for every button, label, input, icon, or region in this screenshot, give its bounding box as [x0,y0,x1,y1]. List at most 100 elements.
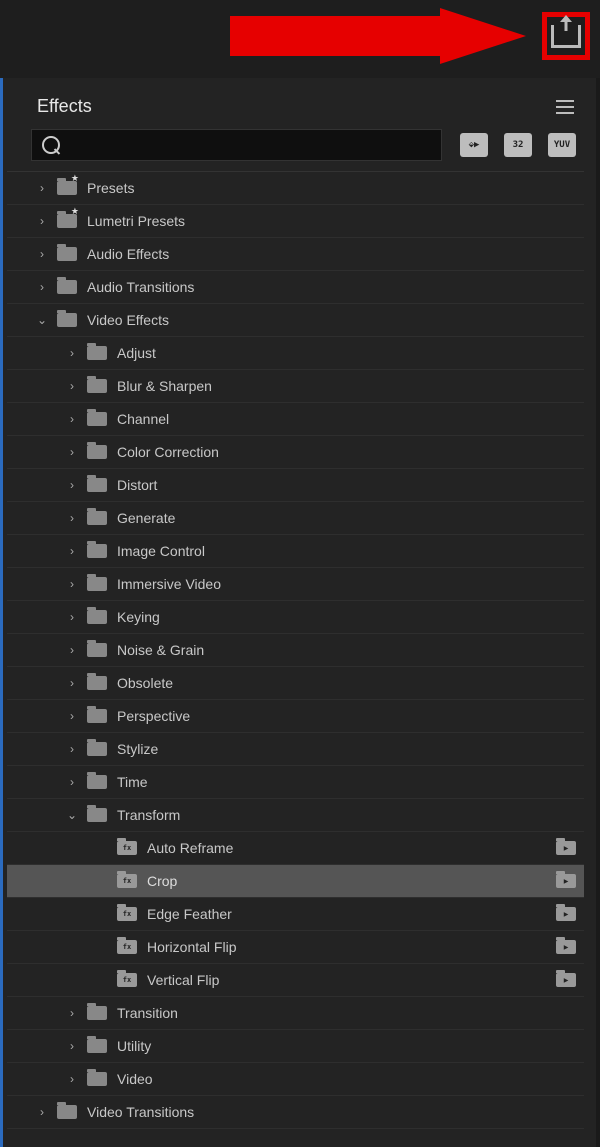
tree-row[interactable]: ›Time [7,766,584,799]
tree-row[interactable]: ›Immersive Video [7,568,584,601]
chevron-right-icon[interactable]: › [65,742,79,756]
chevron-right-icon[interactable]: › [35,181,49,195]
folder-icon [87,1039,107,1053]
accelerated-effect-icon [556,973,576,987]
tree-row[interactable]: fxAuto Reframe [7,832,584,865]
folder-icon [87,742,107,756]
tree-item-label: Lumetri Presets [87,213,584,229]
chevron-right-icon[interactable]: › [65,346,79,360]
tree-row[interactable]: › Distort [7,469,584,502]
search-input[interactable] [68,136,431,154]
tree-item-label: Video Effects [87,312,584,328]
chevron-right-icon[interactable]: › [35,280,49,294]
chevron-right-icon[interactable]: › [65,511,79,525]
tree-row[interactable]: ›Image Control [7,535,584,568]
accelerated-effect-icon [556,841,576,855]
effects-tree[interactable]: ›Presets›Lumetri Presets›Audio Effects›A… [7,171,584,1129]
tree-row[interactable]: ›Perspective [7,700,584,733]
folder-icon [87,1006,107,1020]
folder-icon [87,445,107,459]
chevron-right-icon[interactable]: › [65,544,79,558]
chevron-right-icon[interactable]: › [65,445,79,459]
tree-row[interactable]: › Transition [7,997,584,1030]
tree-item-label: Crop [147,873,556,889]
tree-item-label: Distort [117,477,584,493]
tree-item-label: Stylize [117,741,584,757]
tree-row[interactable]: › Lumetri Presets [7,205,584,238]
tree-row[interactable]: › Noise & Grain [7,634,584,667]
chevron-right-icon[interactable]: › [65,412,79,426]
chevron-down-icon[interactable]: ⌄ [65,808,79,822]
folder-icon [87,379,107,393]
tree-row[interactable]: fxEdge Feather [7,898,584,931]
tree-row[interactable]: ›Color Correction [7,436,584,469]
app-topbar [0,0,600,78]
chevron-right-icon[interactable]: › [65,775,79,789]
folder-icon [87,775,107,789]
chevron-right-icon[interactable]: › [65,1072,79,1086]
tree-row[interactable]: › Adjust [7,337,584,370]
chevron-right-icon[interactable]: › [65,577,79,591]
chevron-right-icon[interactable]: › [65,1006,79,1020]
chevron-right-icon[interactable]: › [65,676,79,690]
chevron-right-icon[interactable]: › [35,247,49,261]
tree-item-label: Audio Effects [87,246,584,262]
chevron-right-icon[interactable]: › [65,643,79,657]
chevron-right-icon[interactable]: › [65,610,79,624]
chevron-down-icon[interactable]: ⌄ [35,313,49,327]
tree-row[interactable]: ›Audio Transitions [7,271,584,304]
folder-icon [87,643,107,657]
tree-row[interactable]: fxHorizontal Flip [7,931,584,964]
accelerated-effect-icon [556,940,576,954]
tree-row[interactable]: ›Channel [7,403,584,436]
tree-item-label: Obsolete [117,675,584,691]
folder-icon [87,808,107,822]
32bit-filter[interactable]: 32 [504,133,532,157]
tree-row[interactable]: fxCrop [7,865,584,898]
search-icon [42,136,60,154]
tree-item-label: Noise & Grain [117,642,584,658]
folder-icon [87,511,107,525]
chevron-right-icon[interactable]: › [35,1105,49,1119]
tree-row[interactable]: ›Keying [7,601,584,634]
fx-type-filter[interactable]: ⬙▶ [460,133,488,157]
folder-icon [57,280,77,294]
tree-item-label: Vertical Flip [147,972,556,988]
tree-row[interactable]: fx Vertical Flip [7,964,584,997]
folder-icon [87,1072,107,1086]
folder-star-icon [57,181,77,195]
chevron-right-icon[interactable]: › [65,478,79,492]
tree-row[interactable]: ›Presets [7,172,584,205]
folder-icon [87,412,107,426]
tree-item-label: Utility [117,1038,584,1054]
effect-icon: fx [117,973,137,987]
panel-menu-button[interactable] [556,100,574,114]
export-button[interactable] [542,12,590,60]
chevron-right-icon[interactable]: › [65,379,79,393]
no-disclosure [95,973,109,987]
tree-row[interactable]: › Audio Effects [7,238,584,271]
chevron-right-icon[interactable]: › [35,214,49,228]
folder-star-icon [57,214,77,228]
tree-row[interactable]: › Obsolete [7,667,584,700]
yuv-filter[interactable]: YUV [548,133,576,157]
chevron-right-icon[interactable]: › [65,1039,79,1053]
tree-row[interactable]: › Video [7,1063,584,1096]
annotation-arrow [230,8,530,64]
tree-row[interactable]: › Stylize [7,733,584,766]
tree-item-label: Transition [117,1005,584,1021]
chevron-right-icon[interactable]: › [65,709,79,723]
folder-icon [87,709,107,723]
no-disclosure [95,907,109,921]
tree-item-label: Horizontal Flip [147,939,556,955]
tree-row[interactable]: ›Generate [7,502,584,535]
tree-row[interactable]: ⌄Transform [7,799,584,832]
tree-row[interactable]: › Utility [7,1030,584,1063]
search-box[interactable] [31,129,442,161]
tree-item-label: Video [117,1071,584,1087]
tree-row[interactable]: ›Video Transitions [7,1096,584,1129]
tree-item-label: Adjust [117,345,584,361]
tree-row[interactable]: ⌄ Video Effects [7,304,584,337]
accelerated-effect-icon [556,907,576,921]
tree-row[interactable]: ›Blur & Sharpen [7,370,584,403]
